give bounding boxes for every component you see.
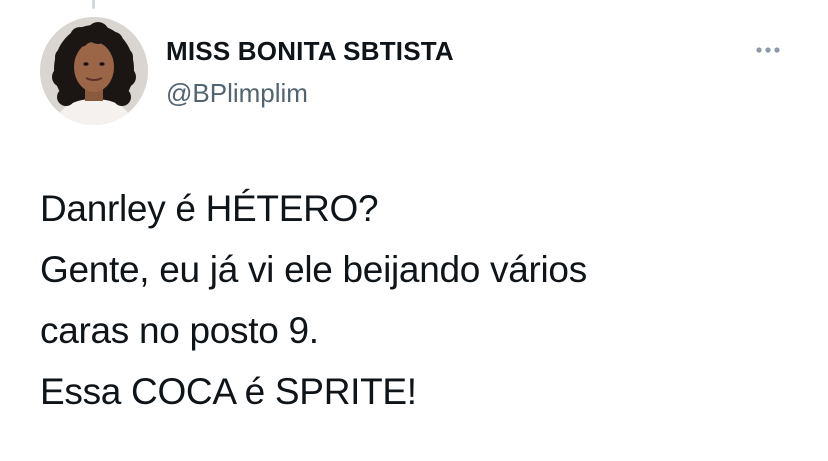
tweet-text: Danrley é HÉTERO? Gente, eu já vi ele be… bbox=[40, 178, 810, 422]
thread-connector-line bbox=[92, 0, 95, 9]
avatar[interactable] bbox=[40, 17, 148, 125]
tweet-text-line: Gente, eu já vi ele beijando vários bbox=[40, 249, 587, 290]
more-options-icon[interactable] bbox=[750, 38, 786, 62]
tweet-text-line: caras no posto 9. bbox=[40, 310, 319, 351]
author-handle[interactable]: @BPlimplim bbox=[166, 78, 308, 109]
tweet-text-line: Essa COCA é SPRITE! bbox=[40, 371, 417, 412]
tweet-text-line: Danrley é HÉTERO? bbox=[40, 188, 379, 229]
author-display-name[interactable]: MISS BONITA SBTISTA bbox=[166, 36, 454, 67]
profile-photo-icon bbox=[40, 17, 148, 125]
